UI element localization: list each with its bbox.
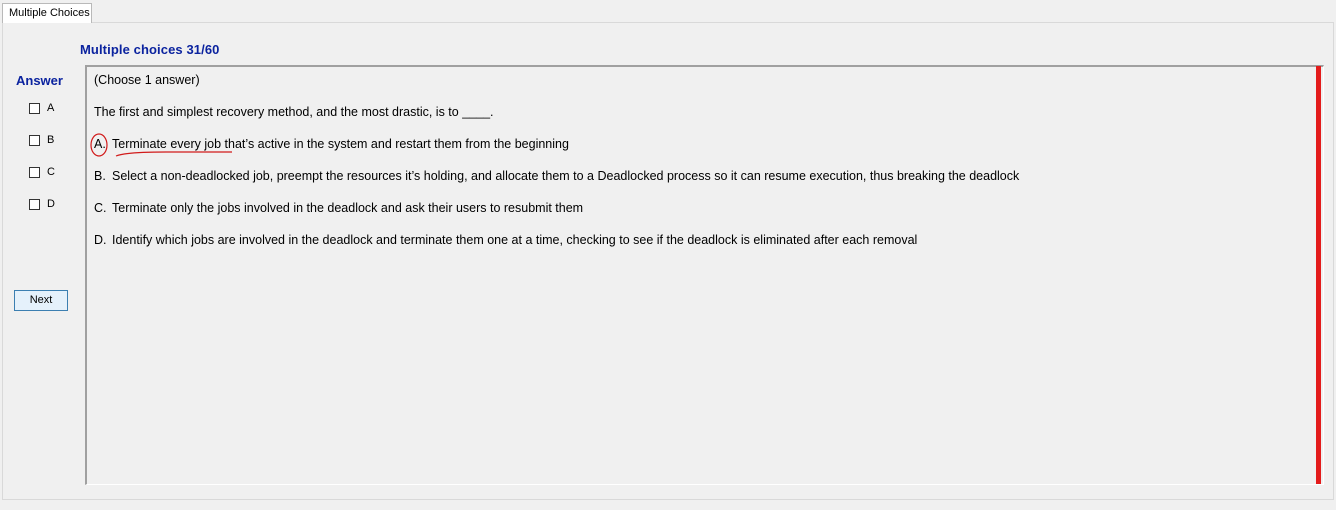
choice-d-label: D [47, 198, 55, 210]
choice-c[interactable]: C [29, 164, 55, 180]
next-button[interactable]: Next [14, 290, 68, 311]
choice-b-label: B [47, 134, 55, 146]
option-b-letter: B. [94, 169, 106, 183]
option-c-text: Terminate only the jobs involved in the … [112, 201, 584, 215]
option-a: A. Terminate every job that’s active in t… [94, 137, 569, 151]
option-a-text: Terminate every job that’s active in the… [112, 137, 569, 151]
option-a-letter: A. [94, 137, 106, 151]
question-box[interactable] [85, 65, 1324, 485]
choice-b[interactable]: B [29, 132, 54, 148]
option-d: D. Identify which jobs are involved in th… [94, 233, 917, 247]
checkbox-c[interactable] [29, 166, 40, 178]
option-d-letter: D. [94, 233, 107, 247]
checkbox-d[interactable] [29, 198, 40, 210]
choice-c-label: C [47, 166, 55, 178]
checkbox-b[interactable] [29, 134, 40, 146]
answer-label: Answer [16, 73, 63, 88]
tab-multiple-choices[interactable]: Multiple Choices [2, 3, 92, 23]
question-instruction: (Choose 1 answer) [94, 73, 200, 87]
choice-d[interactable]: D [29, 196, 55, 212]
page-title: Multiple choices 31/60 [80, 42, 220, 57]
choice-a-label: A [47, 102, 55, 114]
choice-a[interactable]: A [29, 100, 54, 116]
option-b-text: Select a non-deadlocked job, preempt the… [112, 169, 1020, 183]
option-d-text: Identify which jobs are involved in the … [112, 233, 918, 247]
option-b: B. Select a non-deadlocked job, preempt t… [94, 169, 1019, 183]
scroll-bar[interactable] [1316, 66, 1321, 484]
checkbox-a[interactable] [29, 102, 40, 114]
option-c-letter: C. [94, 201, 107, 215]
option-c: C. Terminate only the jobs involved in th… [94, 201, 583, 215]
question-stem: The first and simplest recovery method, … [94, 105, 494, 119]
